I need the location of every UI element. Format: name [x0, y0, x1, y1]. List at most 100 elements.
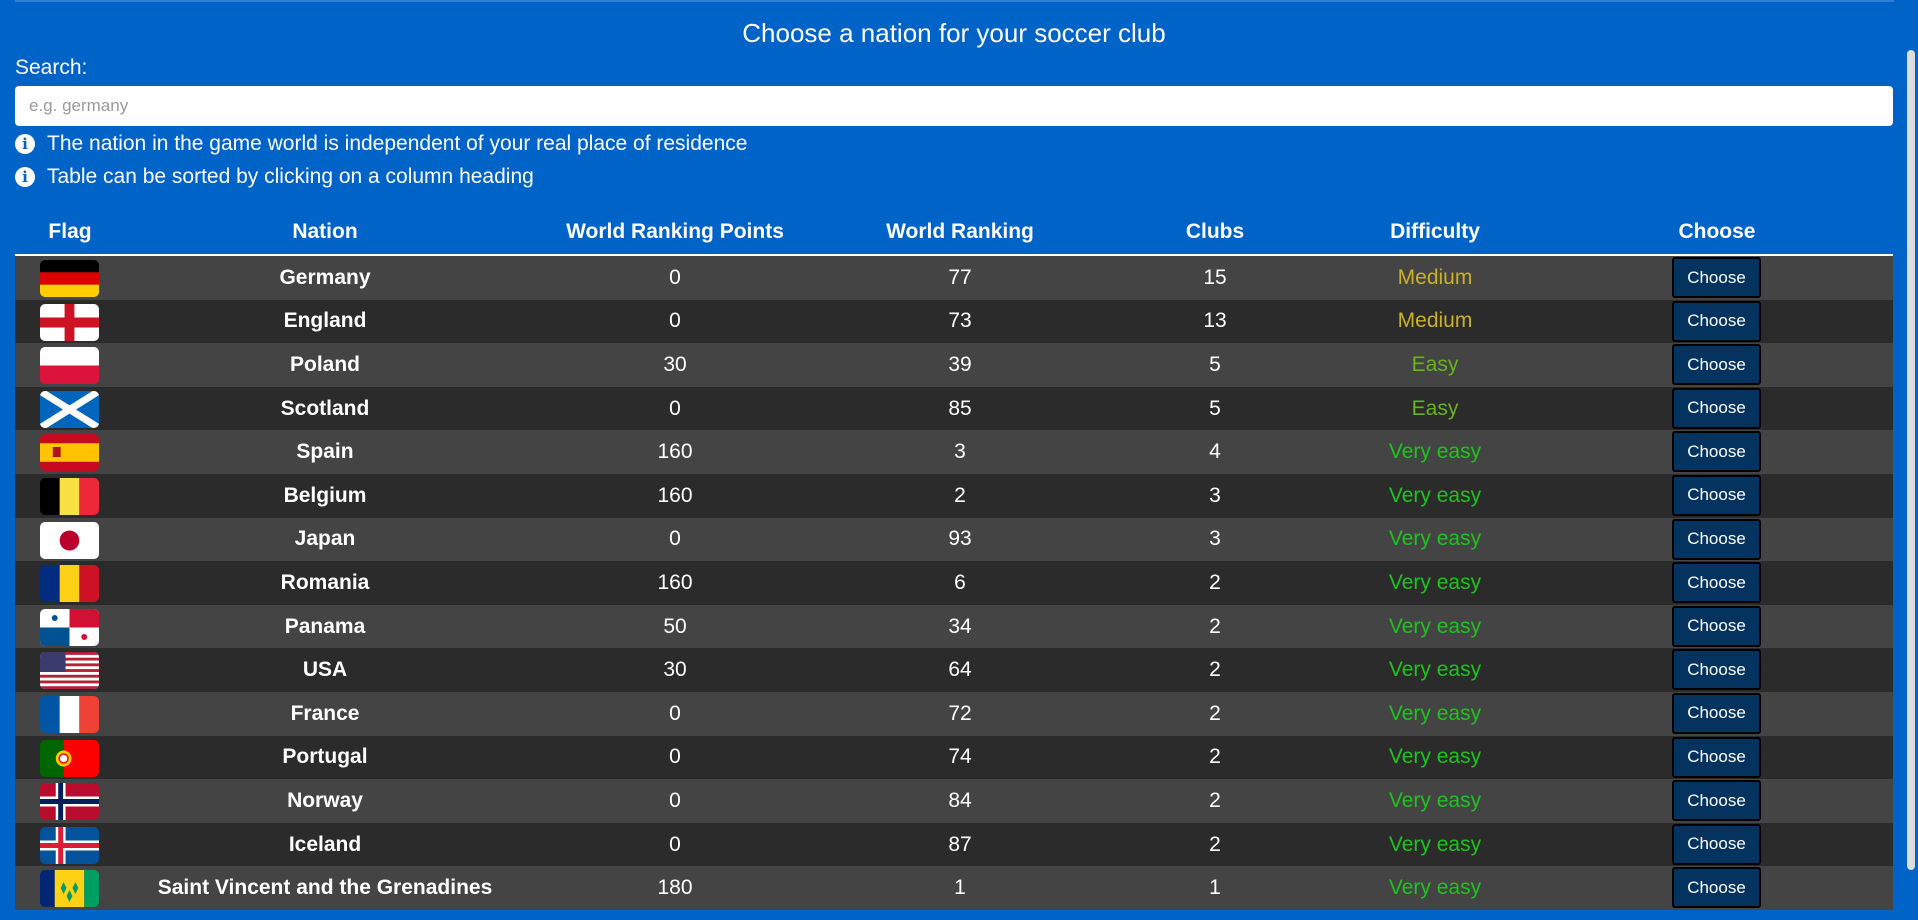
flag-france-icon [40, 695, 99, 733]
column-header-flag[interactable]: Flag [15, 220, 125, 244]
table-row: Norway 0 84 2 Very easy Choose [15, 779, 1893, 823]
table-row: Germany 0 77 15 Medium Choose [15, 256, 1893, 300]
world-ranking-points-cell: 180 [657, 876, 693, 900]
difficulty-cell: Easy [1411, 396, 1459, 420]
table-body: Germany 0 77 15 Medium Choose England 0 73 13 Medi… [15, 256, 1893, 910]
choose-button[interactable]: Choose [1672, 300, 1761, 342]
nation-cell: France [290, 701, 360, 725]
difficulty-cell: Very easy [1388, 483, 1482, 507]
world-ranking-cell: 1 [954, 876, 966, 900]
column-header-difficulty[interactable]: Difficulty [1335, 220, 1535, 244]
difficulty-cell: Medium [1397, 265, 1473, 289]
world-ranking-points-cell: 0 [669, 788, 681, 812]
info-icon: i [15, 167, 35, 187]
world-ranking-points-cell: 30 [663, 352, 687, 376]
choose-button[interactable]: Choose [1672, 780, 1761, 822]
flag-japan-icon [40, 521, 99, 559]
choose-button[interactable]: Choose [1672, 649, 1761, 691]
world-ranking-cell: 72 [948, 701, 972, 725]
clubs-cell: 2 [1209, 745, 1221, 769]
clubs-cell: 2 [1209, 614, 1221, 638]
clubs-cell: 1 [1209, 876, 1221, 900]
clubs-cell: 5 [1209, 352, 1221, 376]
flag-scotland-icon [40, 390, 99, 428]
difficulty-cell: Very easy [1388, 832, 1482, 856]
world-ranking-points-cell: 0 [669, 396, 681, 420]
choose-button[interactable]: Choose [1672, 605, 1761, 647]
choose-button[interactable]: Choose [1672, 823, 1761, 865]
nation-cell: Japan [294, 527, 356, 551]
choose-button[interactable]: Choose [1672, 692, 1761, 734]
difficulty-cell: Very easy [1388, 440, 1482, 464]
choose-button[interactable]: Choose [1672, 736, 1761, 778]
scrollbar[interactable] [1904, 0, 1918, 920]
nation-cell: Germany [279, 265, 371, 289]
world-ranking-points-cell: 30 [663, 658, 687, 682]
clubs-cell: 3 [1209, 483, 1221, 507]
info-sorting: i Table can be sorted by clicking on a c… [15, 164, 534, 190]
nation-cell: Romania [280, 570, 370, 594]
nation-cell: Iceland [288, 832, 362, 856]
world-ranking-cell: 85 [948, 396, 972, 420]
flag-iceland-icon [40, 826, 99, 864]
table-row: Saint Vincent and the Grenadines 180 1 1 Ver… [15, 866, 1893, 910]
nation-cell: Poland [289, 352, 360, 376]
choose-button[interactable]: Choose [1672, 344, 1761, 386]
clubs-cell: 2 [1209, 788, 1221, 812]
clubs-cell: 13 [1203, 309, 1227, 333]
world-ranking-points-cell: 0 [669, 309, 681, 333]
choose-button[interactable]: Choose [1672, 387, 1761, 429]
column-header-clubs[interactable]: Clubs [1095, 220, 1335, 244]
difficulty-cell: Easy [1411, 352, 1459, 376]
nation-cell: Norway [287, 788, 363, 812]
scrollbar-thumb[interactable] [1907, 50, 1915, 870]
difficulty-cell: Very easy [1388, 527, 1482, 551]
table-row: France 0 72 2 Very easy Choose [15, 691, 1893, 736]
clubs-cell: 2 [1209, 658, 1221, 682]
clubs-cell: 2 [1209, 570, 1221, 594]
difficulty-cell: Very easy [1388, 788, 1482, 812]
info-residence: i The nation in the game world is indepe… [15, 131, 747, 157]
nation-cell: Spain [296, 440, 354, 464]
difficulty-cell: Very easy [1388, 701, 1482, 725]
difficulty-cell: Very easy [1388, 614, 1482, 638]
world-ranking-points-cell: 160 [657, 483, 693, 507]
world-ranking-cell: 6 [954, 570, 966, 594]
choose-button[interactable]: Choose [1672, 562, 1761, 604]
world-ranking-points-cell: 0 [669, 701, 681, 725]
table-row: Scotland 0 85 5 Easy Choose [15, 386, 1893, 431]
table-row: Belgium 160 2 3 Very easy Choose [15, 473, 1893, 518]
world-ranking-cell: 77 [948, 265, 972, 289]
nation-cell: USA [302, 658, 348, 682]
world-ranking-cell: 2 [954, 483, 966, 507]
column-header-world-ranking-points[interactable]: World Ranking Points [525, 220, 825, 244]
column-header-nation[interactable]: Nation [125, 220, 525, 244]
flag-spain-icon [40, 434, 99, 472]
world-ranking-cell: 3 [954, 440, 966, 464]
column-header-world-ranking[interactable]: World Ranking [825, 220, 1095, 244]
choose-button[interactable]: Choose [1672, 474, 1761, 516]
nation-cell: Panama [284, 614, 366, 638]
world-ranking-points-cell: 0 [669, 745, 681, 769]
nation-cell: Belgium [283, 483, 367, 507]
nation-cell: England [283, 309, 367, 333]
nation-cell: Scotland [280, 396, 370, 420]
world-ranking-points-cell: 50 [663, 614, 687, 638]
world-ranking-points-cell: 0 [669, 527, 681, 551]
choose-button[interactable]: Choose [1672, 867, 1761, 909]
search-input[interactable] [15, 86, 1893, 126]
world-ranking-cell: 84 [948, 788, 972, 812]
choose-button[interactable]: Choose [1672, 257, 1761, 298]
flag-poland-icon [40, 347, 99, 385]
world-ranking-cell: 93 [948, 527, 972, 551]
search-label: Search: [15, 56, 88, 79]
difficulty-cell: Very easy [1388, 745, 1482, 769]
table-row: Poland 30 39 5 Easy Choose [15, 343, 1893, 387]
table-row: USA 30 64 2 Very easy Choose [15, 648, 1893, 692]
column-header-choose[interactable]: Choose [1635, 220, 1799, 244]
difficulty-cell: Very easy [1388, 570, 1482, 594]
world-ranking-points-cell: 160 [657, 570, 693, 594]
difficulty-cell: Very easy [1388, 658, 1482, 682]
choose-button[interactable]: Choose [1672, 518, 1761, 560]
choose-button[interactable]: Choose [1672, 431, 1761, 473]
